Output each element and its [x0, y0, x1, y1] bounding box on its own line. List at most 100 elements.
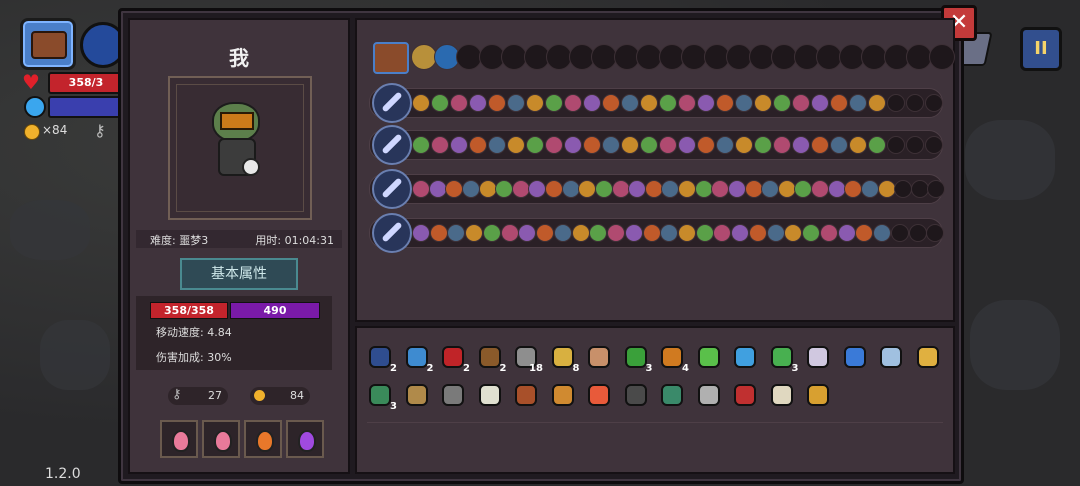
- item-slot[interactable]: [732, 344, 758, 370]
- upgrade-slot[interactable]: [792, 94, 810, 112]
- item-slot[interactable]: [696, 382, 722, 408]
- upgrade-slot[interactable]: [716, 136, 734, 154]
- item-slot[interactable]: [805, 344, 831, 370]
- upgrade-slot[interactable]: [811, 136, 829, 154]
- upgrade-slot[interactable]: [678, 136, 696, 154]
- upgrade-slot[interactable]: [428, 180, 447, 198]
- upgrade-slot[interactable]: [526, 94, 544, 112]
- upgrade-slot[interactable]: [583, 136, 601, 154]
- upgrade-slot[interactable]: [412, 94, 430, 112]
- upgrade-slot[interactable]: [678, 94, 696, 112]
- upgrade-slot[interactable]: [545, 136, 563, 154]
- upgrade-slot[interactable]: [429, 224, 448, 242]
- upgrade-slot[interactable]: [877, 180, 896, 198]
- upgrade-slot[interactable]: [887, 136, 905, 154]
- item-slot[interactable]: 3: [769, 344, 799, 374]
- upgrade-slot[interactable]: [811, 94, 829, 112]
- golden-spear-icon[interactable]: [372, 169, 412, 209]
- item-slot[interactable]: [586, 382, 612, 408]
- upgrade-slot[interactable]: [777, 180, 796, 198]
- item-slot[interactable]: [623, 382, 649, 408]
- upgrade-slot[interactable]: [447, 224, 466, 242]
- potion-slot[interactable]: [160, 420, 198, 458]
- upgrade-slot[interactable]: [849, 136, 867, 154]
- upgrade-slot[interactable]: [545, 180, 563, 198]
- upgrade-slot[interactable]: [837, 224, 856, 242]
- blue-staff-icon[interactable]: [372, 213, 412, 253]
- upgrade-slot[interactable]: [511, 180, 530, 198]
- upgrade-slot[interactable]: [794, 180, 813, 198]
- item-slot[interactable]: [915, 344, 941, 370]
- upgrade-slot[interactable]: [659, 136, 677, 154]
- upgrade-slot[interactable]: [678, 180, 696, 198]
- upgrade-slot[interactable]: [711, 180, 730, 198]
- upgrade-slot[interactable]: [640, 94, 658, 112]
- upgrade-slot[interactable]: [469, 94, 487, 112]
- upgrade-slot[interactable]: [431, 136, 449, 154]
- upgrade-slot[interactable]: [660, 224, 679, 242]
- upgrade-slot[interactable]: [465, 224, 484, 242]
- upgrade-slot[interactable]: [431, 94, 449, 112]
- upgrade-slot[interactable]: [890, 224, 909, 242]
- upgrade-slot[interactable]: [589, 224, 608, 242]
- upgrade-slot[interactable]: [802, 224, 821, 242]
- upgrade-slot[interactable]: [906, 94, 924, 112]
- upgrade-slot[interactable]: [773, 136, 791, 154]
- upgrade-slot[interactable]: [727, 180, 746, 198]
- item-slot[interactable]: [440, 382, 466, 408]
- upgrade-slot[interactable]: [564, 136, 582, 154]
- upgrade-slot[interactable]: [860, 180, 879, 198]
- crystal-wand-icon[interactable]: [372, 125, 412, 165]
- upgrade-slot[interactable]: [819, 224, 838, 242]
- chest-icon[interactable]: [373, 42, 409, 74]
- upgrade-slot[interactable]: [500, 224, 519, 242]
- pause-button[interactable]: II: [1020, 27, 1062, 71]
- chest-button[interactable]: [20, 18, 76, 70]
- frost-wand-icon[interactable]: [372, 83, 412, 123]
- upgrade-slot[interactable]: [754, 136, 772, 154]
- upgrade-slot[interactable]: [716, 94, 734, 112]
- upgrade-slot[interactable]: [735, 94, 753, 112]
- upgrade-slot[interactable]: [644, 180, 663, 198]
- upgrade-slot[interactable]: [811, 180, 829, 198]
- upgrade-slot[interactable]: [482, 224, 501, 242]
- item-slot[interactable]: 3: [623, 344, 653, 374]
- upgrade-slot[interactable]: [713, 224, 732, 242]
- item-slot[interactable]: [842, 344, 868, 370]
- upgrade-slot[interactable]: [450, 94, 468, 112]
- upgrade-slot[interactable]: [908, 224, 927, 242]
- upgrade-slot[interactable]: [602, 94, 620, 112]
- item-slot[interactable]: [586, 344, 612, 370]
- item-slot[interactable]: 4: [659, 344, 689, 374]
- upgrade-slot[interactable]: [607, 224, 626, 242]
- upgrade-slot[interactable]: [761, 180, 780, 198]
- upgrade-slot[interactable]: [445, 180, 464, 198]
- upgrade-slot[interactable]: [695, 224, 714, 242]
- item-slot[interactable]: [805, 382, 831, 408]
- upgrade-slot[interactable]: [844, 180, 863, 198]
- upgrade-slot[interactable]: [766, 224, 785, 242]
- item-slot[interactable]: [550, 382, 576, 408]
- upgrade-slot[interactable]: [594, 180, 613, 198]
- upgrade-slot[interactable]: [583, 94, 601, 112]
- upgrade-slot[interactable]: [469, 136, 487, 154]
- upgrade-slot[interactable]: [927, 180, 946, 198]
- upgrade-slot[interactable]: [678, 224, 696, 242]
- upgrade-slot[interactable]: [642, 224, 661, 242]
- upgrade-slot[interactable]: [640, 136, 658, 154]
- upgrade-slot[interactable]: [773, 94, 791, 112]
- upgrade-slot[interactable]: [412, 136, 430, 154]
- upgrade-slot[interactable]: [744, 180, 763, 198]
- item-slot[interactable]: 2: [404, 344, 434, 374]
- upgrade-slot[interactable]: [624, 224, 643, 242]
- upgrade-slot[interactable]: [694, 180, 713, 198]
- upgrade-slot[interactable]: [628, 180, 647, 198]
- item-slot[interactable]: 18: [513, 344, 543, 374]
- item-slot[interactable]: 8: [550, 344, 580, 374]
- upgrade-slot[interactable]: [873, 224, 892, 242]
- potion-slot[interactable]: [202, 420, 240, 458]
- upgrade-slot[interactable]: [507, 136, 525, 154]
- item-slot[interactable]: [513, 382, 539, 408]
- potion-slot[interactable]: [244, 420, 282, 458]
- upgrade-slot[interactable]: [528, 180, 547, 198]
